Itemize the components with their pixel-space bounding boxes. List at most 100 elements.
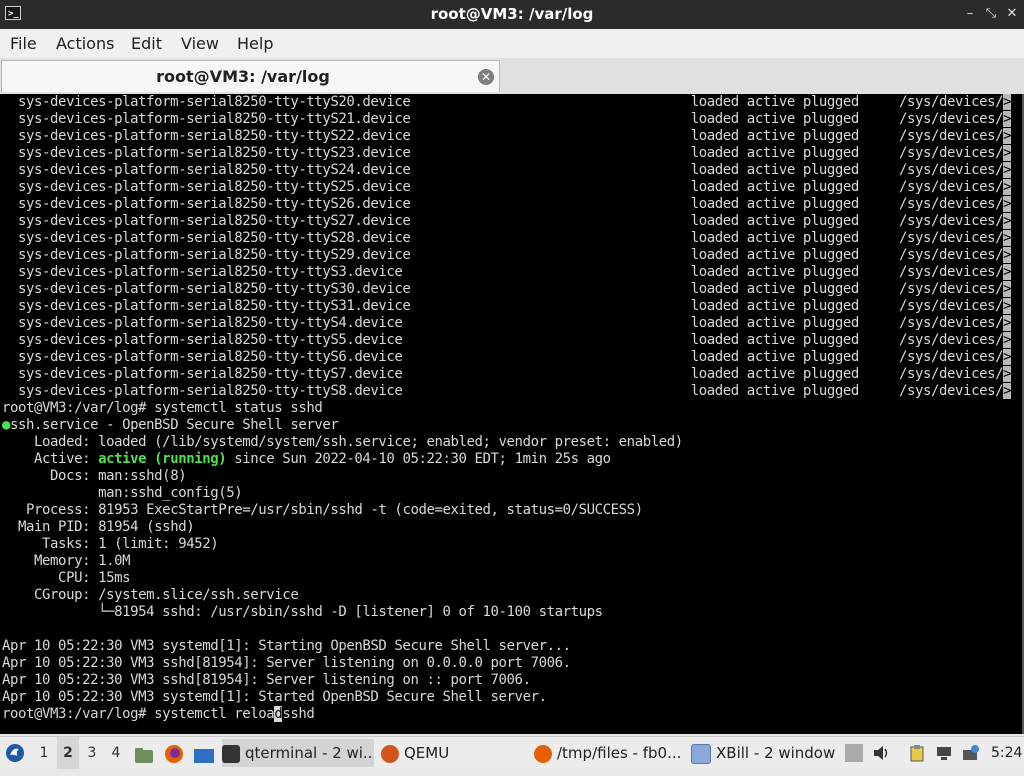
- task-qemu[interactable]: QEMU: [381, 739, 456, 767]
- device-status: loaded active plugged: [690, 247, 899, 263]
- device-unit: sys-devices-platform-serial8250-tty-ttyS…: [2, 179, 691, 195]
- cgroup-child-line: └─81954 sshd: /usr/sbin/sshd -D [listene…: [2, 604, 1022, 621]
- device-unit: sys-devices-platform-serial8250-tty-ttyS…: [2, 264, 691, 280]
- tasks-line: Tasks: 1 (limit: 9452): [2, 536, 1022, 553]
- docs-line: Docs: man:sshd(8): [2, 468, 1022, 485]
- device-path: /sys/devices/: [898, 145, 1004, 161]
- prompt: root@VM3:/var/log#: [2, 706, 155, 722]
- truncation-marker: >: [1003, 315, 1012, 331]
- device-list: sys-devices-platform-serial8250-tty-ttyS…: [2, 94, 1022, 400]
- truncation-marker: >: [1003, 179, 1012, 195]
- tab-close-icon[interactable]: ✕: [478, 69, 494, 85]
- device-path: /sys/devices/: [898, 315, 1004, 331]
- workspace-4[interactable]: 4: [105, 737, 127, 769]
- command-after-cursor: sshd: [282, 706, 315, 722]
- cgroup-child: └─81954 sshd: /usr/sbin/sshd -D [listene…: [2, 604, 603, 620]
- task-label: qterminal - 2 wi...: [245, 744, 374, 762]
- truncation-marker: >: [1003, 264, 1012, 280]
- device-status: loaded active plugged: [690, 162, 899, 178]
- task-qterminal[interactable]: qterminal - 2 wi...: [222, 739, 374, 767]
- device-path: /sys/devices/: [898, 349, 1004, 365]
- device-status: loaded active plugged: [690, 298, 899, 314]
- device-status: loaded active plugged: [690, 366, 899, 382]
- device-unit: sys-devices-platform-serial8250-tty-ttyS…: [2, 94, 691, 110]
- start-menu-button[interactable]: [5, 743, 25, 763]
- menu-help[interactable]: Help: [237, 34, 273, 53]
- tray-item-icon[interactable]: [845, 744, 863, 762]
- task-label: XBill - 2 windows: [716, 744, 836, 762]
- lxqt-menu-icon: [6, 744, 24, 762]
- device-status: loaded active plugged: [690, 349, 899, 365]
- device-status: loaded active plugged: [690, 145, 899, 161]
- active-line: Active: active (running) since Sun 2022-…: [2, 451, 1022, 468]
- device-status: loaded active plugged: [690, 179, 899, 195]
- task-xbill[interactable]: XBill - 2 windows: [691, 739, 836, 767]
- update-notifier-icon[interactable]: [962, 744, 980, 762]
- task-firefox[interactable]: /tmp/files - fb0...: [534, 739, 684, 767]
- task-label: /tmp/files - fb0...: [557, 744, 682, 762]
- device-row: sys-devices-platform-serial8250-tty-ttyS…: [2, 111, 1022, 128]
- current-prompt-line[interactable]: root@VM3:/var/log# systemctl reloadsshd: [2, 706, 1022, 723]
- device-path: /sys/devices/: [898, 111, 1004, 127]
- menu-actions[interactable]: Actions: [56, 34, 114, 53]
- truncation-marker: >: [1003, 281, 1012, 297]
- network-icon[interactable]: [935, 744, 953, 762]
- log-line: Apr 10 05:22:30 VM3 systemd[1]: Starting…: [2, 638, 571, 654]
- close-button[interactable]: ✕: [1004, 6, 1020, 22]
- task-label: QEMU: [404, 744, 450, 762]
- workspace-2[interactable]: 2: [57, 737, 79, 769]
- menu-file[interactable]: File: [10, 34, 37, 53]
- volume-icon[interactable]: [872, 744, 890, 762]
- desktop-launcher[interactable]: [193, 744, 215, 763]
- workspace-3[interactable]: 3: [81, 737, 103, 769]
- device-status: loaded active plugged: [690, 383, 899, 399]
- menu-edit[interactable]: Edit: [131, 34, 162, 53]
- device-status: loaded active plugged: [690, 281, 899, 297]
- active-state: active (running): [98, 451, 227, 467]
- main-pid-line: Main PID: 81954 (sshd): [2, 519, 1022, 536]
- truncation-marker: >: [1003, 332, 1012, 348]
- folder-icon: [135, 748, 153, 763]
- device-unit: sys-devices-platform-serial8250-tty-ttyS…: [2, 281, 691, 297]
- clock[interactable]: 5:24: [991, 737, 1022, 769]
- main-pid-label: Main PID:: [2, 519, 99, 535]
- device-status: loaded active plugged: [690, 196, 899, 212]
- device-row: sys-devices-platform-serial8250-tty-ttyS…: [2, 298, 1022, 315]
- terminal-output[interactable]: sys-devices-platform-serial8250-tty-ttyS…: [0, 94, 1022, 734]
- device-unit: sys-devices-platform-serial8250-tty-ttyS…: [2, 145, 691, 161]
- device-row: sys-devices-platform-serial8250-tty-ttyS…: [2, 128, 1022, 145]
- device-row: sys-devices-platform-serial8250-tty-ttyS…: [2, 162, 1022, 179]
- cgroup-line: CGroup: /system.slice/ssh.service: [2, 587, 1022, 604]
- menu-view[interactable]: View: [181, 34, 219, 53]
- window-titlebar[interactable]: >_ root@VM3: /var/log – ⤡ ✕: [0, 0, 1024, 29]
- menu-bar: File Actions Edit View Help: [0, 29, 1024, 58]
- firefox-launcher[interactable]: [164, 743, 184, 763]
- device-path: /sys/devices/: [898, 128, 1004, 144]
- device-status: loaded active plugged: [690, 332, 899, 348]
- device-path: /sys/devices/: [898, 162, 1004, 178]
- device-row: sys-devices-platform-serial8250-tty-ttyS…: [2, 179, 1022, 196]
- clipboard-icon[interactable]: [908, 744, 926, 762]
- process-value: 81953 ExecStartPre=/usr/sbin/sshd -t (co…: [98, 502, 643, 518]
- qemu-icon: [381, 744, 399, 763]
- workspace-1[interactable]: 1: [33, 737, 55, 769]
- device-status: loaded active plugged: [690, 94, 899, 110]
- device-row: sys-devices-platform-serial8250-tty-ttyS…: [2, 196, 1022, 213]
- tasks-label: Tasks:: [2, 536, 99, 552]
- loaded-line: Loaded: loaded (/lib/systemd/system/ssh.…: [2, 434, 1022, 451]
- device-row: sys-devices-platform-serial8250-tty-ttyS…: [2, 315, 1022, 332]
- memory-line: Memory: 1.0M: [2, 553, 1022, 570]
- tab-terminal[interactable]: root@VM3: /var/log ✕: [1, 60, 500, 92]
- minimize-button[interactable]: –: [962, 6, 978, 22]
- file-manager-launcher[interactable]: [134, 744, 154, 763]
- prompt: root@VM3:/var/log#: [2, 400, 155, 416]
- maximize-button[interactable]: ⤡: [983, 6, 999, 22]
- truncation-marker: >: [1003, 162, 1012, 178]
- device-row: sys-devices-platform-serial8250-tty-ttyS…: [2, 213, 1022, 230]
- firefox-icon: [165, 745, 183, 763]
- cpu-value: 15ms: [98, 570, 131, 586]
- device-row: sys-devices-platform-serial8250-tty-ttyS…: [2, 247, 1022, 264]
- truncation-marker: >: [1003, 111, 1012, 127]
- docs-indent: [2, 485, 98, 501]
- log-line: Apr 10 05:22:30 VM3 systemd[1]: Started …: [2, 689, 547, 705]
